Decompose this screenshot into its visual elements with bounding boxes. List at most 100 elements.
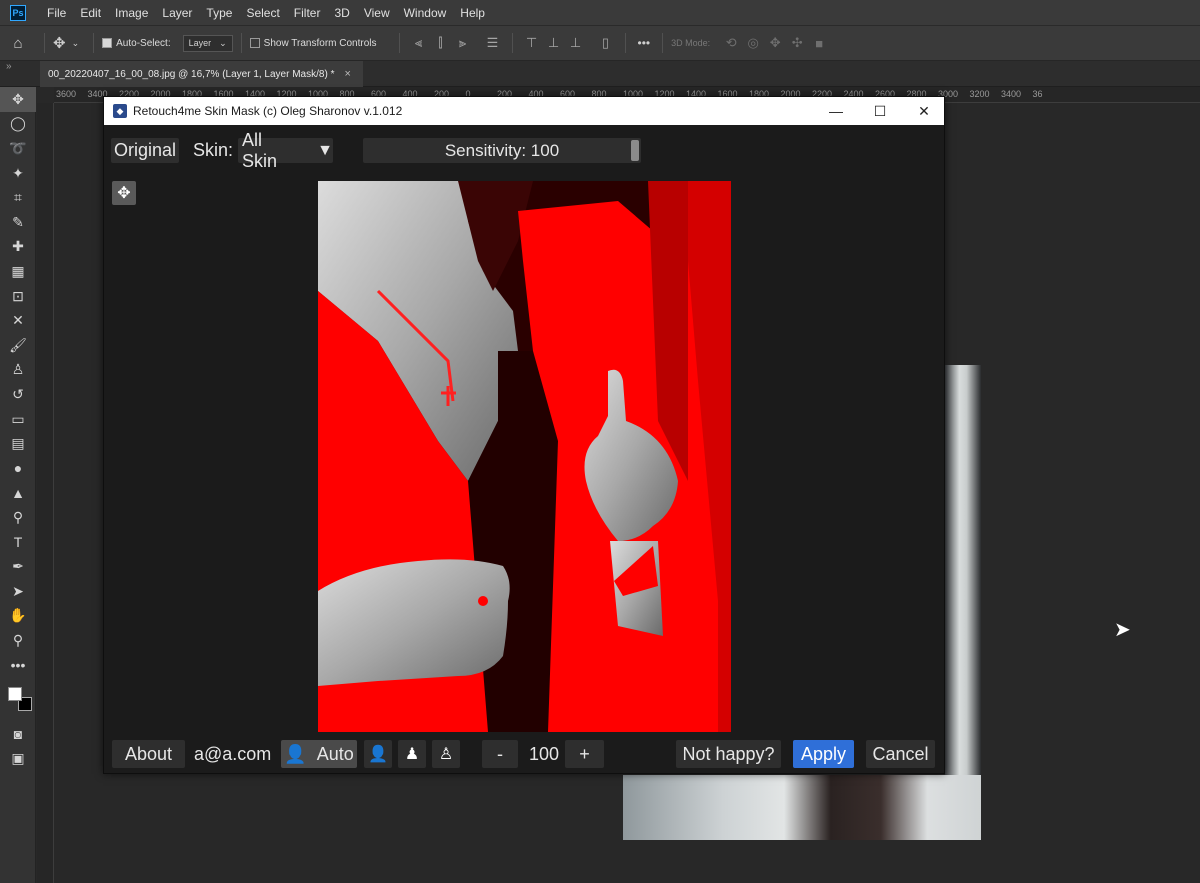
magic-wand-tool-icon[interactable]: ✦	[0, 161, 36, 186]
crop-tool-icon[interactable]: ⌗	[0, 185, 36, 210]
blur-tool-icon[interactable]: ●	[0, 456, 36, 481]
pen-tool-icon[interactable]: ✒	[0, 554, 36, 579]
mask-preview-image[interactable]	[318, 181, 731, 732]
close-tab-icon[interactable]: ×	[344, 68, 350, 80]
apply-button[interactable]: Apply	[793, 740, 854, 768]
sensitivity-slider[interactable]: Sensitivity: 100	[363, 138, 641, 163]
document-tab[interactable]: 00_20220407_16_00_08.jpg @ 16,7% (Layer …	[40, 61, 363, 87]
divider	[93, 33, 95, 53]
3d-camera-icon[interactable]: ■	[808, 33, 830, 53]
quick-mask-icon[interactable]: ◙	[0, 721, 36, 746]
content-aware-move-icon[interactable]: ✕	[0, 308, 36, 333]
align-top-icon[interactable]: ⊤	[521, 33, 543, 53]
skin-dropdown[interactable]: All Skin ▼	[238, 130, 333, 171]
home-icon[interactable]: ⌂	[0, 35, 36, 52]
menu-window[interactable]: Window	[397, 6, 454, 20]
photoshop-logo-icon: Ps	[10, 4, 26, 21]
pan-tool-icon[interactable]: ✥	[112, 181, 136, 205]
chevron-down-icon[interactable]: ⌄	[72, 38, 80, 49]
hand-tool-icon[interactable]: ✋	[0, 603, 36, 628]
options-bar: ⌂ ✥ ⌄ Auto-Select: Layer ⌄ Show Transform…	[0, 25, 1200, 61]
zoom-tool-icon[interactable]: ⚲	[0, 628, 36, 653]
3d-pan-icon[interactable]: ✥	[764, 33, 786, 53]
3d-roll-icon[interactable]: ◎	[742, 33, 764, 53]
face-mode-button[interactable]: 👤	[364, 740, 392, 768]
close-icon[interactable]: ✕	[902, 97, 946, 125]
align-left-icon[interactable]: ⫷	[408, 33, 430, 53]
lasso-tool-icon[interactable]: ➰	[0, 136, 36, 161]
history-brush-tool-icon[interactable]: ↺	[0, 382, 36, 407]
more-tools-icon[interactable]: •••	[0, 653, 36, 678]
auto-button-label: Auto	[316, 743, 354, 764]
skin-label: Skin:	[193, 140, 234, 160]
healing-brush-tool-icon[interactable]: ✚	[0, 235, 36, 260]
show-transform-checkbox[interactable]	[249, 38, 260, 48]
align-middle-icon[interactable]: ⊥	[543, 33, 565, 53]
align-bottom-icon[interactable]: ⊥	[565, 33, 587, 53]
sharpen-tool-icon[interactable]: ▲	[0, 481, 36, 506]
more-options-icon[interactable]: •••	[638, 36, 651, 50]
3d-slide-icon[interactable]: ✣	[786, 33, 808, 53]
align-center-icon[interactable]: ⫿	[430, 33, 452, 53]
minimize-icon[interactable]: —	[814, 97, 858, 125]
patch-tool-icon[interactable]: ▦	[0, 259, 36, 284]
path-selection-tool-icon[interactable]: ➤	[0, 579, 36, 604]
not-happy-button[interactable]: Not happy?	[676, 740, 781, 768]
eyedropper-tool-icon[interactable]: ✎	[0, 210, 36, 235]
3d-orbit-icon[interactable]: ⟲	[720, 33, 742, 53]
dropdown-arrow-icon: ▼	[317, 141, 333, 159]
divider	[662, 33, 664, 53]
auto-button[interactable]: 👤 Auto	[281, 740, 357, 768]
menu-view[interactable]: View	[357, 6, 397, 20]
foreground-color-swatch[interactable]	[8, 687, 22, 702]
zoom-out-button[interactable]: -	[482, 740, 518, 768]
zoom-in-button[interactable]: +	[565, 740, 604, 768]
original-button[interactable]: Original	[111, 138, 179, 163]
move-tool-icon[interactable]: ✥	[0, 87, 36, 112]
menu-layer[interactable]: Layer	[155, 6, 199, 20]
divider	[511, 33, 513, 53]
menu-3d[interactable]: 3D	[327, 6, 356, 20]
full-body-icon: ♙	[438, 746, 454, 763]
layer-dropdown[interactable]: Layer ⌄	[182, 34, 233, 52]
collapse-panels-icon[interactable]: »	[6, 61, 12, 72]
marquee-tool-icon[interactable]: ◯	[0, 112, 36, 137]
cancel-button[interactable]: Cancel	[866, 740, 935, 768]
document-tab-title: 00_20220407_16_00_08.jpg @ 16,7% (Layer …	[48, 68, 335, 80]
auto-select-checkbox[interactable]	[102, 38, 113, 48]
slider-handle[interactable]	[631, 140, 639, 161]
menu-type[interactable]: Type	[199, 6, 239, 20]
full-body-mode-button[interactable]: ♙	[432, 740, 460, 768]
person-icon: 👤	[284, 743, 307, 764]
frame-tool-icon[interactable]: ⊡	[0, 284, 36, 309]
mask-preview-drawing	[318, 181, 731, 732]
menu-help[interactable]: Help	[453, 6, 492, 20]
menu-edit[interactable]: Edit	[73, 6, 108, 20]
gradient-tool-icon[interactable]: ▤	[0, 431, 36, 456]
menu-image[interactable]: Image	[108, 6, 155, 20]
eraser-tool-icon[interactable]: ▭	[0, 407, 36, 432]
distribute-icon[interactable]: ☰	[482, 33, 504, 53]
half-body-mode-button[interactable]: ♟	[398, 740, 426, 768]
menu-file[interactable]: File	[40, 6, 73, 20]
menu-filter[interactable]: Filter	[287, 6, 328, 20]
maximize-icon[interactable]: ☐	[858, 97, 902, 125]
dodge-tool-icon[interactable]: ⚲	[0, 505, 36, 530]
screen-mode-icon[interactable]: ▣	[0, 746, 36, 771]
type-tool-icon[interactable]: T	[0, 530, 36, 555]
divider	[44, 33, 45, 53]
distribute-vertical-icon[interactable]: ▯	[595, 33, 617, 53]
about-button[interactable]: About	[112, 740, 185, 768]
layer-dropdown-value: Layer	[188, 37, 212, 48]
color-swatches[interactable]	[0, 677, 36, 721]
document-photo-right-edge	[945, 365, 981, 840]
move-tool-icon[interactable]: ✥	[53, 34, 66, 52]
brush-tool-icon[interactable]: 🖌	[0, 333, 36, 358]
stamp-tool-icon[interactable]: ♙	[0, 358, 36, 383]
menu-select[interactable]: Select	[239, 6, 286, 20]
sensitivity-label: Sensitivity: 100	[444, 140, 560, 160]
skin-mask-plugin-window: ◆ Retouch4me Skin Mask (c) Oleg Sharonov…	[103, 96, 945, 774]
menu-bar: Ps File Edit Image Layer Type Select Fil…	[0, 0, 1200, 25]
divider	[398, 33, 400, 53]
align-right-icon[interactable]: ⫸	[452, 33, 474, 53]
